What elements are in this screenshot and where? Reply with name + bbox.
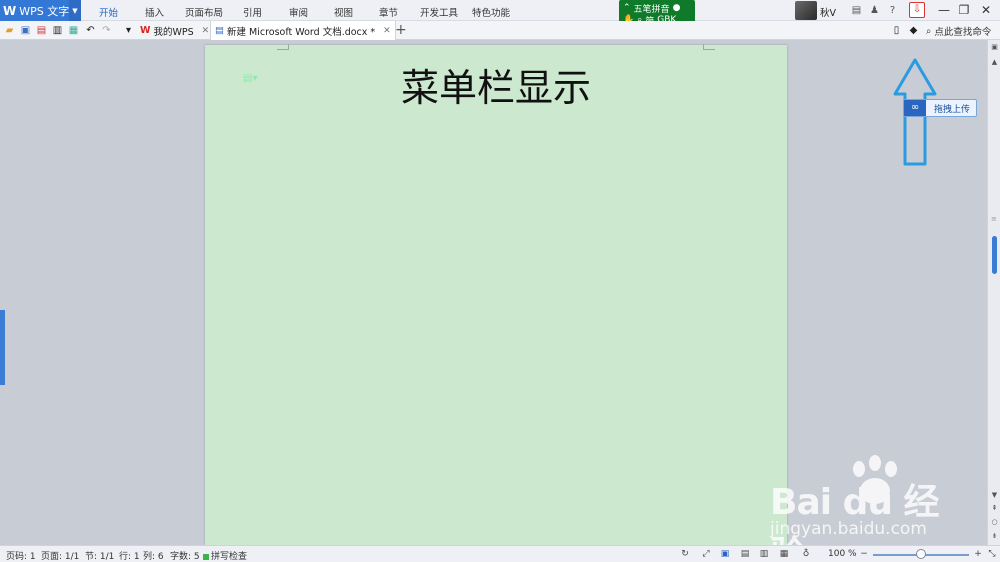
menu-item-references[interactable]: 引用 bbox=[243, 5, 262, 19]
menu-item-chapter[interactable]: 章节 bbox=[379, 5, 398, 19]
chevron-down-icon[interactable]: ▼ bbox=[69, 0, 81, 21]
status-page-num[interactable]: 页码: 1 bbox=[6, 549, 36, 562]
scroll-thumb[interactable] bbox=[992, 236, 997, 274]
close-icon[interactable]: ✕ bbox=[383, 26, 391, 36]
document-icon: ▤ bbox=[215, 25, 224, 36]
tab-label: 新建 Microsoft Word 文档.docx * bbox=[226, 26, 376, 38]
document-page[interactable]: ▤▾ 菜单栏显示 bbox=[205, 44, 787, 545]
wps-logo-icon: W bbox=[3, 3, 17, 18]
print-icon[interactable]: ▥ bbox=[51, 24, 64, 37]
tab-my-wps[interactable]: W 我的WPS ✕ bbox=[136, 21, 213, 40]
restore-button[interactable]: ❐ bbox=[955, 2, 973, 18]
select-browse-icon[interactable]: ○ bbox=[989, 517, 1000, 528]
eye-protect-icon[interactable]: ♁ bbox=[800, 548, 812, 560]
document-heading[interactable]: 菜单栏显示 bbox=[205, 57, 787, 112]
undo-icon[interactable]: ↶ bbox=[84, 24, 97, 37]
outline-view-icon[interactable]: ▤ bbox=[739, 548, 751, 560]
menu-item-review[interactable]: 审阅 bbox=[289, 5, 308, 19]
search-icon: ⌕ bbox=[926, 25, 932, 37]
zoom-level[interactable]: 100 % bbox=[828, 549, 857, 559]
menu-item-developer[interactable]: 开发工具 bbox=[420, 5, 458, 19]
dot-icon: ● bbox=[672, 3, 681, 13]
status-row[interactable]: 行: 1 bbox=[119, 549, 140, 562]
minimize-button[interactable]: — bbox=[935, 2, 953, 18]
tab-label: 我的WPS bbox=[153, 26, 194, 38]
next-page-icon[interactable]: ⇟ bbox=[989, 531, 1000, 542]
scroll-up-icon[interactable]: ▲ bbox=[989, 57, 1000, 68]
add-tab-button[interactable]: + bbox=[395, 22, 407, 38]
status-pages[interactable]: 页面: 1/1 bbox=[41, 549, 79, 562]
scroll-grip-icon: ≡ bbox=[991, 215, 997, 223]
side-panel-handle[interactable] bbox=[0, 310, 5, 385]
tab-document[interactable]: ▤ 新建 Microsoft Word 文档.docx * ✕ bbox=[210, 21, 396, 40]
chevron-down-icon[interactable]: ▾ bbox=[122, 24, 135, 37]
watermark: Bai du 经验 jingyan.baidu.com bbox=[770, 455, 960, 562]
drag-upload-label: 拖拽上传 bbox=[934, 104, 971, 115]
status-bar: 页码: 1 页面: 1/1 节: 1/1 行: 1 列: 6 字数: 5 拼写检… bbox=[0, 545, 1000, 562]
status-col[interactable]: 列: 6 bbox=[143, 549, 164, 562]
cloud-icon[interactable]: ◆ bbox=[907, 24, 920, 37]
open-folder-icon[interactable]: ▰ bbox=[3, 24, 16, 37]
scroll-down-icon[interactable]: ▼ bbox=[989, 490, 1000, 501]
zoom-in-icon[interactable]: + bbox=[972, 548, 984, 560]
drag-upload-tooltip[interactable]: ∞ 拖拽上传 bbox=[903, 99, 977, 117]
command-search[interactable]: ⌕ 点此查找命令 bbox=[926, 24, 992, 39]
menu-item-insert[interactable]: 插入 bbox=[145, 5, 164, 19]
check-icon bbox=[203, 553, 209, 560]
page-view-icon[interactable]: ▣ bbox=[719, 548, 731, 560]
status-section[interactable]: 节: 1/1 bbox=[85, 549, 114, 562]
status-word-count[interactable]: 字数: 5 bbox=[170, 549, 200, 562]
close-icon[interactable]: ✕ bbox=[202, 26, 210, 36]
fit-window-icon[interactable]: ⤡ bbox=[986, 548, 998, 560]
web-view-icon[interactable]: ▥ bbox=[758, 548, 770, 560]
shirt-icon[interactable]: ♟ bbox=[868, 4, 881, 17]
spell-check-toggle[interactable]: 拼写检查 bbox=[203, 549, 247, 562]
watermark-url: jingyan.baidu.com bbox=[770, 519, 927, 539]
menu-item-home[interactable]: 开始 bbox=[99, 5, 118, 19]
redo-icon[interactable]: ↷ bbox=[100, 24, 113, 37]
menu-item-special[interactable]: 特色功能 bbox=[472, 5, 510, 19]
help-icon[interactable]: ? bbox=[886, 4, 899, 17]
skin-icon[interactable]: ▤ bbox=[850, 4, 863, 17]
print-preview-icon[interactable]: ▦ bbox=[67, 24, 80, 37]
save-icon[interactable]: ▣ bbox=[19, 24, 32, 37]
close-button[interactable]: ✕ bbox=[977, 2, 995, 18]
user-name[interactable]: 秋V bbox=[820, 5, 836, 19]
ime-logo-icon: ⌃ bbox=[623, 3, 631, 13]
menu-bar: W WPS 文字 ▼ 开始 插入 页面布局 引用 审阅 视图 章节 开发工具 特… bbox=[0, 0, 1000, 21]
zoom-slider-handle[interactable] bbox=[916, 549, 926, 559]
app-menu-button[interactable]: W WPS 文字 ▼ bbox=[0, 0, 81, 21]
scroll-top-icon[interactable]: ▣ bbox=[989, 42, 1000, 53]
reading-view-icon[interactable]: ▦ bbox=[778, 548, 790, 560]
margin-mark bbox=[277, 44, 289, 50]
history-icon[interactable]: ↻ bbox=[679, 548, 691, 560]
command-search-placeholder: 点此查找命令 bbox=[934, 27, 992, 38]
vertical-scrollbar[interactable]: ▣ ▲ ≡ ▼ ⇞ ○ ⇟ bbox=[987, 40, 1000, 545]
app-name: WPS 文字 bbox=[19, 4, 70, 18]
margin-mark bbox=[703, 44, 715, 50]
upload-icon[interactable]: ⇩ bbox=[909, 2, 925, 18]
spell-check-label: 拼写检查 bbox=[211, 552, 248, 562]
avatar[interactable] bbox=[795, 1, 817, 20]
prev-page-icon[interactable]: ⇞ bbox=[989, 503, 1000, 514]
tab-bar: ▰ ▣ ▤ ▥ ▦ ↶ ↷ ▾ W 我的WPS ✕ ▤ 新建 Microsoft… bbox=[0, 21, 1000, 40]
menu-item-page-layout[interactable]: 页面布局 bbox=[185, 5, 223, 19]
zoom-out-icon[interactable]: − bbox=[858, 548, 870, 560]
fullscreen-icon[interactable]: ⤢ bbox=[700, 548, 712, 560]
export-pdf-icon[interactable]: ▤ bbox=[35, 24, 48, 37]
menu-item-view[interactable]: 视图 bbox=[334, 5, 353, 19]
link-icon: ∞ bbox=[904, 100, 926, 116]
wps-icon: W bbox=[140, 25, 151, 36]
doc-list-icon[interactable]: ▯ bbox=[890, 24, 903, 37]
